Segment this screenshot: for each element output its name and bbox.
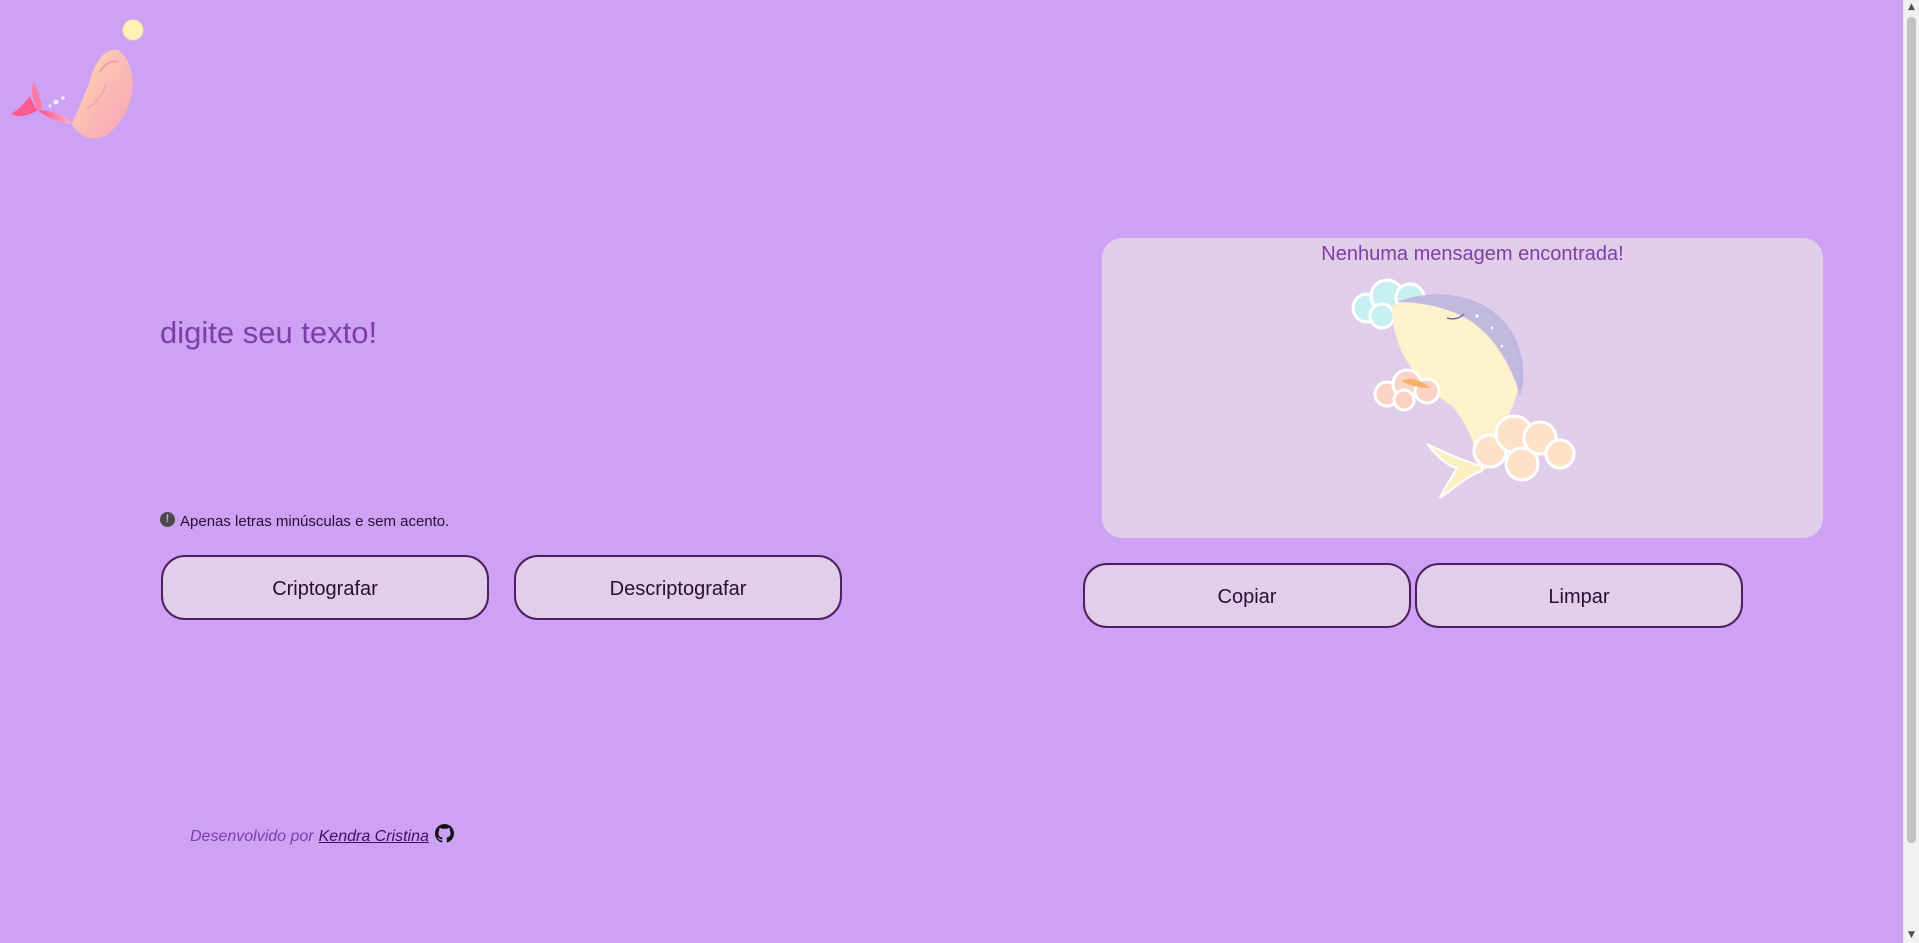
copy-button[interactable]: Copiar [1083, 563, 1411, 628]
message-input[interactable] [160, 315, 840, 495]
scroll-down-arrow-icon[interactable]: ▼ [1904, 928, 1919, 943]
page: ! Apenas letras minúsculas e sem acento.… [0, 0, 1919, 943]
exclamation-circle-icon: ! [160, 512, 175, 527]
clear-button[interactable]: Limpar [1415, 563, 1743, 628]
input-hint-text: Apenas letras minúsculas e sem acento. [180, 513, 450, 530]
github-icon[interactable] [434, 824, 454, 843]
decrypt-button[interactable]: Descriptografar [514, 555, 842, 620]
vertical-scrollbar[interactable]: ▲ ▼ [1903, 0, 1919, 943]
encrypt-button[interactable]: Criptografar [161, 555, 489, 620]
footer-credit-prefix: Desenvolvido por [190, 827, 314, 845]
whale-logo-icon [11, 19, 144, 139]
whale-clouds-illustration [1351, 278, 1576, 498]
footer: Desenvolvido por Kendra Cristina [190, 824, 454, 846]
empty-message-title: Nenhuma mensagem encontrada! [1321, 243, 1624, 265]
scroll-up-arrow-icon[interactable]: ▲ [1904, 0, 1919, 15]
output-panel: Nenhuma mensagem encontrada! [1102, 238, 1823, 538]
input-hint: ! Apenas letras minúsculas e sem acento. [160, 512, 450, 530]
author-link[interactable]: Kendra Cristina [319, 828, 429, 846]
scrollbar-thumb[interactable] [1907, 17, 1916, 843]
